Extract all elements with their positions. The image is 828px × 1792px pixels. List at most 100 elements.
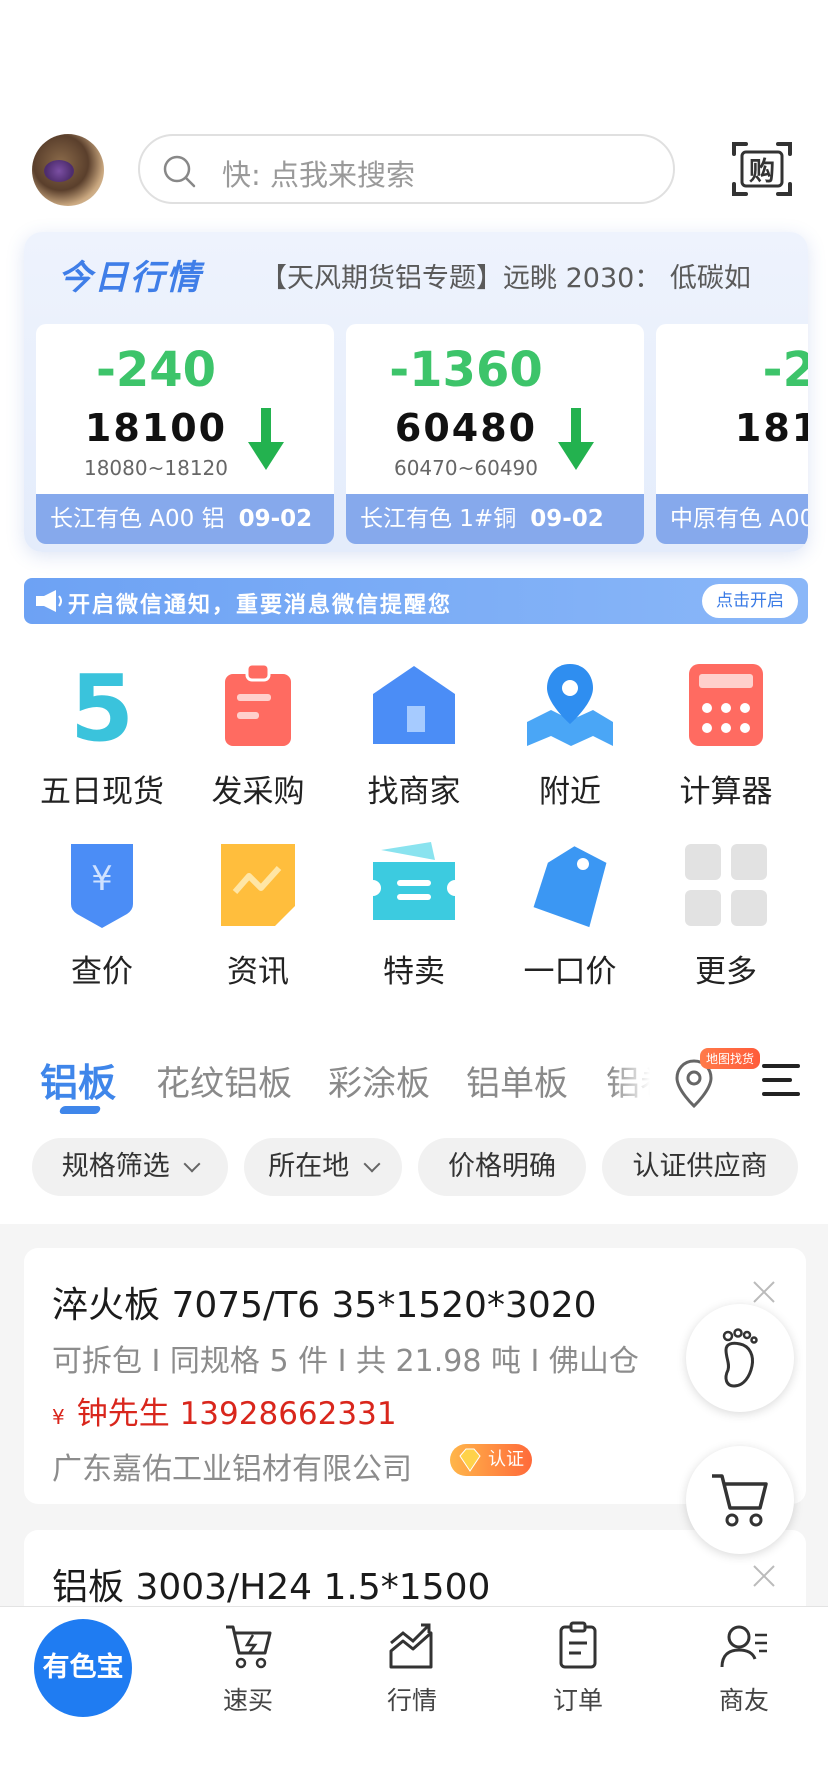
- scan-buy-icon[interactable]: 购: [730, 138, 794, 200]
- contacts-icon: [720, 1625, 767, 1668]
- search-bar[interactable]: 快: 点我来搜索: [138, 134, 675, 204]
- grid-label: 一口价: [523, 954, 617, 990]
- listing-contact[interactable]: ¥ 钟先生 13928662331: [52, 1388, 397, 1433]
- market-panel: 今日行情 【天风期货铝专题】远眺 2030： 低碳如 -240 18100 18…: [24, 232, 808, 552]
- nav-label: 速买: [222, 1686, 273, 1715]
- grid-item-nearby[interactable]: 附近: [490, 660, 650, 811]
- calculator-icon: [689, 664, 763, 746]
- verified-badge: 认证: [450, 1444, 532, 1476]
- price-card-footer: 长江有色 1#铜 09-02: [346, 494, 644, 544]
- filter-location[interactable]: 所在地: [244, 1138, 402, 1196]
- grid-item-news[interactable]: 资讯: [178, 840, 338, 991]
- price-range: 18080~18120: [83, 456, 228, 480]
- grid-label: 五日现货: [40, 774, 164, 810]
- filter-label: 规格筛选: [61, 1151, 170, 1182]
- yen-icon: ¥: [52, 1405, 65, 1429]
- price-value: 18100: [84, 406, 228, 450]
- search-placeholder: 快: 点我来搜索: [222, 158, 415, 192]
- price-value: 18100: [734, 406, 808, 450]
- enable-notify-button[interactable]: 点击开启: [702, 584, 798, 618]
- tab-color-coated[interactable]: 彩涂板: [328, 1056, 430, 1105]
- map-find-button[interactable]: 地图找货: [672, 1048, 761, 1112]
- chevron-down-icon: [183, 1155, 201, 1173]
- price-change: -240: [95, 342, 217, 398]
- listing-area: 淬火板 7075/T6 35*1520*3020 可拆包 I 同规格 5 件 I…: [0, 1224, 828, 1670]
- cart-button[interactable]: [686, 1446, 794, 1554]
- filter-spec[interactable]: 规格筛选: [32, 1138, 228, 1196]
- metal-name: 长江有色 A00 铝: [50, 506, 225, 532]
- tab-indicator: [58, 1106, 102, 1114]
- clipboard-icon: [225, 662, 291, 746]
- tab-single-panel[interactable]: 铝单板: [466, 1056, 568, 1105]
- more-grid-icon: [685, 844, 767, 926]
- close-icon[interactable]: [750, 1278, 778, 1306]
- badge-label: 认证: [488, 1449, 524, 1470]
- price-value: 60480: [394, 406, 538, 450]
- down-arrow-icon: [248, 408, 284, 470]
- price-card-footer: 长江有色 A00 铝 09-02: [36, 494, 334, 544]
- grid-item-find-merchant[interactable]: 找商家: [334, 660, 494, 811]
- listing-title: 淬火板 7075/T6 35*1520*3020: [52, 1285, 597, 1326]
- grid-item-special-sale[interactable]: 特卖: [334, 840, 494, 991]
- grid-item-check-price[interactable]: ¥ 查价: [22, 840, 182, 991]
- tag-icon: [533, 846, 607, 928]
- filter-label: 所在地: [268, 1151, 350, 1182]
- price-change: -1360: [389, 342, 543, 398]
- grid-item-fixed-price[interactable]: 一口价: [490, 840, 650, 991]
- grid-item-post-purchase[interactable]: 发采购: [178, 660, 338, 811]
- grid-label: 更多: [695, 954, 757, 990]
- tab-aluminum-plate[interactable]: 铝板: [40, 1052, 116, 1107]
- header: 快: 点我来搜索 购: [0, 132, 828, 208]
- map-badge: 地图找货: [700, 1048, 761, 1069]
- wechat-notice-banner[interactable]: 开启微信通知，重要消息微信提醒您 点击开启: [24, 578, 808, 624]
- price-card[interactable]: -24 18100 中原有色 A00: [656, 324, 808, 544]
- price-card-footer: 中原有色 A00: [656, 494, 808, 544]
- tab-patterned-plate[interactable]: 花纹铝板: [156, 1056, 292, 1105]
- megaphone-icon: [36, 590, 62, 612]
- bottom-nav: 有色宝 速买 行情 订单 商友: [0, 1606, 828, 1792]
- filter-bar: 规格筛选 所在地 价格明确 认证供应商: [0, 1138, 828, 1198]
- close-icon[interactable]: [750, 1562, 778, 1590]
- trend-chart-icon: [389, 1623, 433, 1669]
- search-icon: [163, 155, 196, 188]
- diamond-icon: [459, 1448, 481, 1472]
- grid-label: 发采购: [211, 774, 305, 810]
- listing-title: 铝板 3003/H24 1.5*1500: [52, 1567, 491, 1608]
- home-button[interactable]: 有色宝: [34, 1619, 132, 1717]
- nav-orders[interactable]: 订单: [528, 1621, 628, 1717]
- quick-buy-cart-icon: [226, 1625, 272, 1669]
- grid-label: 资讯: [227, 954, 289, 990]
- market-news-ticker[interactable]: 【天风期货铝专题】远眺 2030： 低碳如: [260, 256, 808, 295]
- grid-label: 计算器: [679, 774, 773, 810]
- nav-quick-buy[interactable]: 速买: [198, 1621, 298, 1717]
- tabs-fade: [610, 1046, 650, 1116]
- notice-text: 开启微信通知，重要消息微信提醒您: [68, 593, 453, 618]
- price-card[interactable]: -240 18100 18080~18120 长江有色 A00 铝 09-02: [36, 324, 334, 544]
- listing-meta: 可拆包 I 同规格 5 件 I 共 21.98 吨 I 佛山仓: [52, 1344, 639, 1379]
- market-title: 今日行情: [58, 258, 202, 298]
- nav-contacts[interactable]: 商友: [694, 1621, 794, 1717]
- category-tabs: 铝板 花纹铝板 彩涂板 铝单板 铝卷 地图找货: [0, 1046, 828, 1116]
- price-cards: -240 18100 18080~18120 长江有色 A00 铝 09-02 -…: [36, 324, 808, 544]
- price-range: 60470~60490: [393, 456, 538, 480]
- price-card[interactable]: -1360 60480 60470~60490 长江有色 1#铜 09-02: [346, 324, 644, 544]
- filter-certified[interactable]: 认证供应商: [602, 1138, 798, 1196]
- price-date: 09-02: [530, 506, 604, 532]
- buy-label: 购: [749, 157, 775, 187]
- grid-item-more[interactable]: 更多: [646, 840, 806, 991]
- down-arrow-icon: [558, 408, 594, 470]
- footprint-button[interactable]: [686, 1304, 794, 1412]
- grid-label: 附近: [539, 774, 601, 810]
- metal-name: 中原有色 A00: [670, 506, 808, 532]
- store-icon: [373, 666, 455, 744]
- avatar[interactable]: [32, 134, 104, 206]
- menu-icon[interactable]: [760, 1062, 802, 1098]
- svg-text:¥: ¥: [91, 859, 113, 899]
- nav-market[interactable]: 行情: [362, 1621, 462, 1717]
- listing-company[interactable]: 广东嘉佑工业铝材有限公司: [52, 1444, 412, 1488]
- grid-item-calculator[interactable]: 计算器: [646, 660, 806, 811]
- filter-clear-price[interactable]: 价格明确: [418, 1138, 586, 1196]
- grid-item-five-day-spot[interactable]: 5 五日现货: [22, 655, 182, 811]
- map-pin-icon: [527, 664, 613, 746]
- footprint-icon: [722, 1328, 758, 1388]
